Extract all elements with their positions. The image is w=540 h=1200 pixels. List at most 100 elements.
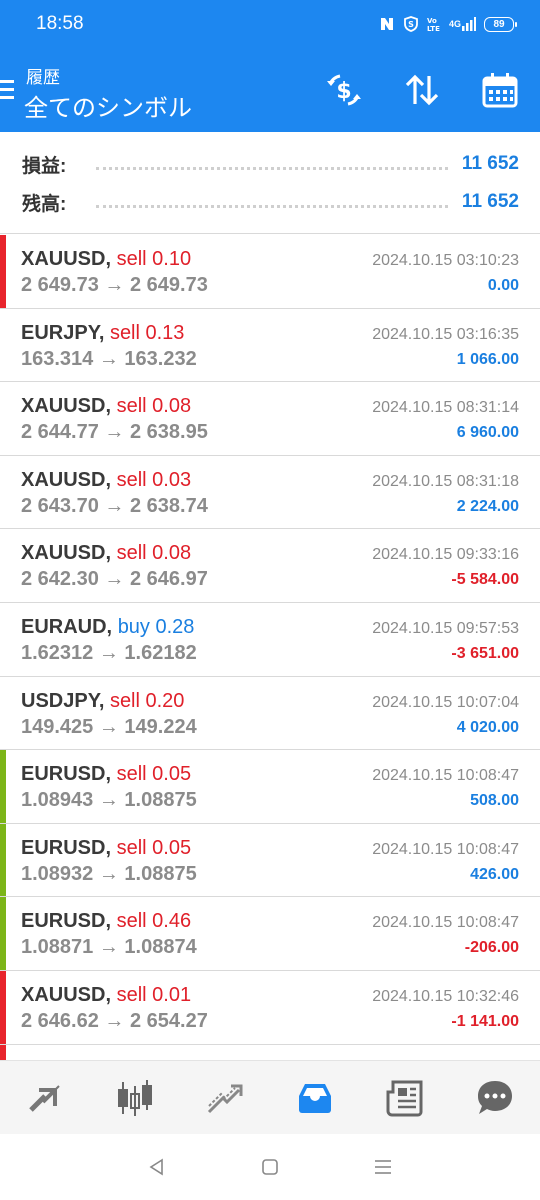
deal-row[interactable]: EURUSD, sell 0.46 1.08871 → 1.08874 2024.1… xyxy=(0,897,540,971)
deal-time: 2024.10.15 09:33:16 xyxy=(372,546,519,564)
nfc-icon xyxy=(379,16,395,32)
nav-news[interactable] xyxy=(360,1061,450,1134)
deal-action: sell 0.08 xyxy=(116,395,192,418)
deal-action: sell 0.20 xyxy=(109,689,185,712)
home-button[interactable] xyxy=(250,1147,290,1187)
deal-row[interactable]: XAUUSD, sell 0.08 2 642.30 → 2 646.97 2024… xyxy=(0,529,540,603)
balance-row: 残高: 11 652 xyxy=(22,187,519,217)
svg-text:$: $ xyxy=(336,79,351,104)
deal-symbol-name: EURUSD, xyxy=(21,763,112,786)
deal-prices: 1.62312 → 1.62182 xyxy=(21,641,197,664)
deal-time: 2024.10.15 10:07:04 xyxy=(372,693,519,711)
deal-symbol-name: EURUSD, xyxy=(21,910,112,933)
nav-quotes[interactable] xyxy=(0,1061,90,1134)
deal-symbol: EURJPY, sell 0.13 xyxy=(21,322,184,345)
deal-row[interactable]: USDJPY, sell 0.20 149.425 → 149.224 2024.1… xyxy=(0,676,540,751)
deal-action: sell 0.03 xyxy=(116,468,192,491)
deal-symbol: XAUUSD, sell 0.08 xyxy=(21,542,191,565)
profit-value: 11 652 xyxy=(461,153,519,174)
deal-prices: 2 642.30 → 2 646.97 xyxy=(21,568,208,591)
recents-button[interactable] xyxy=(363,1147,403,1187)
news-icon xyxy=(386,1080,423,1116)
chat-icon xyxy=(478,1080,512,1114)
nav-chart[interactable] xyxy=(90,1061,180,1134)
chart-icon xyxy=(118,1079,152,1116)
deal-symbol-name: EURAUD, xyxy=(21,615,113,638)
app-bar: 履歴 全てのシンボル $ xyxy=(0,48,540,132)
page-subtitle: 履歴 xyxy=(26,68,60,87)
menu-icon[interactable] xyxy=(0,80,14,100)
deal-profit: -3 651.00 xyxy=(451,644,519,662)
status-icons: S Vo LTE 4G 89 xyxy=(379,16,517,32)
deal-action: sell 0.01 xyxy=(116,983,192,1006)
nav-chat[interactable] xyxy=(450,1061,540,1134)
status-bar: 18:58 S Vo LTE 4G 89 xyxy=(0,0,540,48)
deals-filter-button[interactable]: $ xyxy=(322,70,366,110)
deal-row[interactable]: XAUUSD, sell 0.10 2 649.73 → 2 649.73 2024… xyxy=(0,235,540,309)
deal-symbol: XAUUSD, sell 0.01 xyxy=(21,984,191,1007)
deal-prices: 149.425 → 149.224 xyxy=(21,715,197,738)
deal-action: sell 0.05 xyxy=(116,763,192,786)
deal-status-marker xyxy=(0,823,6,897)
back-triangle-icon xyxy=(149,1158,163,1176)
deal-profit: 6 960.00 xyxy=(456,424,519,442)
calendar-button[interactable] xyxy=(478,70,522,110)
deal-row[interactable]: XAUUSD, sell 0.01 xyxy=(0,1044,540,1060)
deal-symbol-name: XAUUSD, xyxy=(21,468,112,491)
battery-icon: 89 xyxy=(484,16,517,32)
deal-time: 2024.10.15 08:31:18 xyxy=(372,472,519,490)
deal-profit: 508.00 xyxy=(470,792,519,810)
deal-row[interactable]: EURAUD, buy 0.28 1.62312 → 1.62182 2024.10… xyxy=(0,602,540,677)
deal-symbol-name: XAUUSD, xyxy=(21,983,112,1006)
deal-symbol: EURUSD, sell 0.05 xyxy=(21,763,191,786)
deal-time: 2024.10.15 08:31:14 xyxy=(372,399,519,417)
deal-status-marker xyxy=(0,750,6,823)
deal-profit: 4 020.00 xyxy=(456,718,519,736)
deal-row[interactable]: XAUUSD, sell 0.08 2 644.77 → 2 638.95 2024… xyxy=(0,382,540,456)
sort-button[interactable] xyxy=(400,70,444,110)
back-button[interactable] xyxy=(137,1147,177,1187)
svg-text:LTE: LTE xyxy=(427,25,440,32)
deal-row[interactable]: EURUSD, sell 0.05 1.08932 → 1.08875 2024.1… xyxy=(0,823,540,898)
deal-row[interactable]: EURUSD, sell 0.05 1.08943 → 1.08875 2024.1… xyxy=(0,750,540,824)
deal-symbol: XAUUSD, sell 0.10 xyxy=(21,248,191,271)
profit-label: 損益: xyxy=(22,155,67,177)
deal-symbol: USDJPY, sell 0.20 xyxy=(21,690,184,713)
deal-symbol-name: XAUUSD, xyxy=(21,395,112,418)
svg-text:Vo: Vo xyxy=(427,17,437,25)
volte-icon: Vo LTE xyxy=(427,16,441,32)
deal-profit: 2 224.00 xyxy=(456,497,519,515)
symbol-filter-title[interactable]: 全てのシンボル xyxy=(24,88,192,123)
deal-symbol: EURUSD, sell 0.46 xyxy=(21,910,191,933)
deal-profit: 1 066.00 xyxy=(456,350,519,368)
trade-icon xyxy=(207,1084,243,1113)
dotted-leader xyxy=(96,204,448,208)
deal-row[interactable]: XAUUSD, sell 0.01 2 646.62 → 2 654.27 2024… xyxy=(0,970,540,1045)
deal-symbol: EURUSD, sell 0.05 xyxy=(21,837,191,860)
deal-symbol-name: XAUUSD, xyxy=(21,248,112,270)
deal-prices: 2 646.62 → 2 654.27 xyxy=(21,1009,208,1032)
deal-prices: 1.08871 → 1.08874 xyxy=(21,936,197,959)
sort-arrows-icon xyxy=(405,74,439,106)
deal-action: sell 0.13 xyxy=(109,321,185,344)
nav-trade[interactable] xyxy=(180,1061,270,1134)
dollar-exchange-icon: $ xyxy=(327,74,361,106)
deal-status-marker xyxy=(0,897,6,970)
deal-symbol: EURAUD, buy 0.28 xyxy=(21,616,194,639)
dotted-leader xyxy=(96,166,448,170)
deal-symbol: XAUUSD, sell 0.03 xyxy=(21,469,191,492)
calendar-icon xyxy=(482,73,518,108)
deal-prices: 2 644.77 → 2 638.95 xyxy=(21,421,208,444)
deal-status-marker xyxy=(0,970,6,1044)
deal-row[interactable]: EURJPY, sell 0.13 163.314 → 163.232 2024.1… xyxy=(0,308,540,383)
deal-profit: -5 584.00 xyxy=(451,571,519,589)
shield-icon: S xyxy=(403,16,419,32)
balance-label: 残高: xyxy=(22,193,67,215)
signal-icon: 4G xyxy=(449,17,476,31)
quotes-icon xyxy=(29,1084,60,1112)
deal-action: buy 0.28 xyxy=(117,615,195,638)
deal-symbol-name: XAUUSD, xyxy=(21,542,112,565)
deal-row[interactable]: XAUUSD, sell 0.03 2 643.70 → 2 638.74 2024… xyxy=(0,455,540,530)
deal-list[interactable]: XAUUSD, sell 0.10 2 649.73 → 2 649.73 2024… xyxy=(0,235,540,1060)
nav-history[interactable] xyxy=(270,1061,360,1134)
